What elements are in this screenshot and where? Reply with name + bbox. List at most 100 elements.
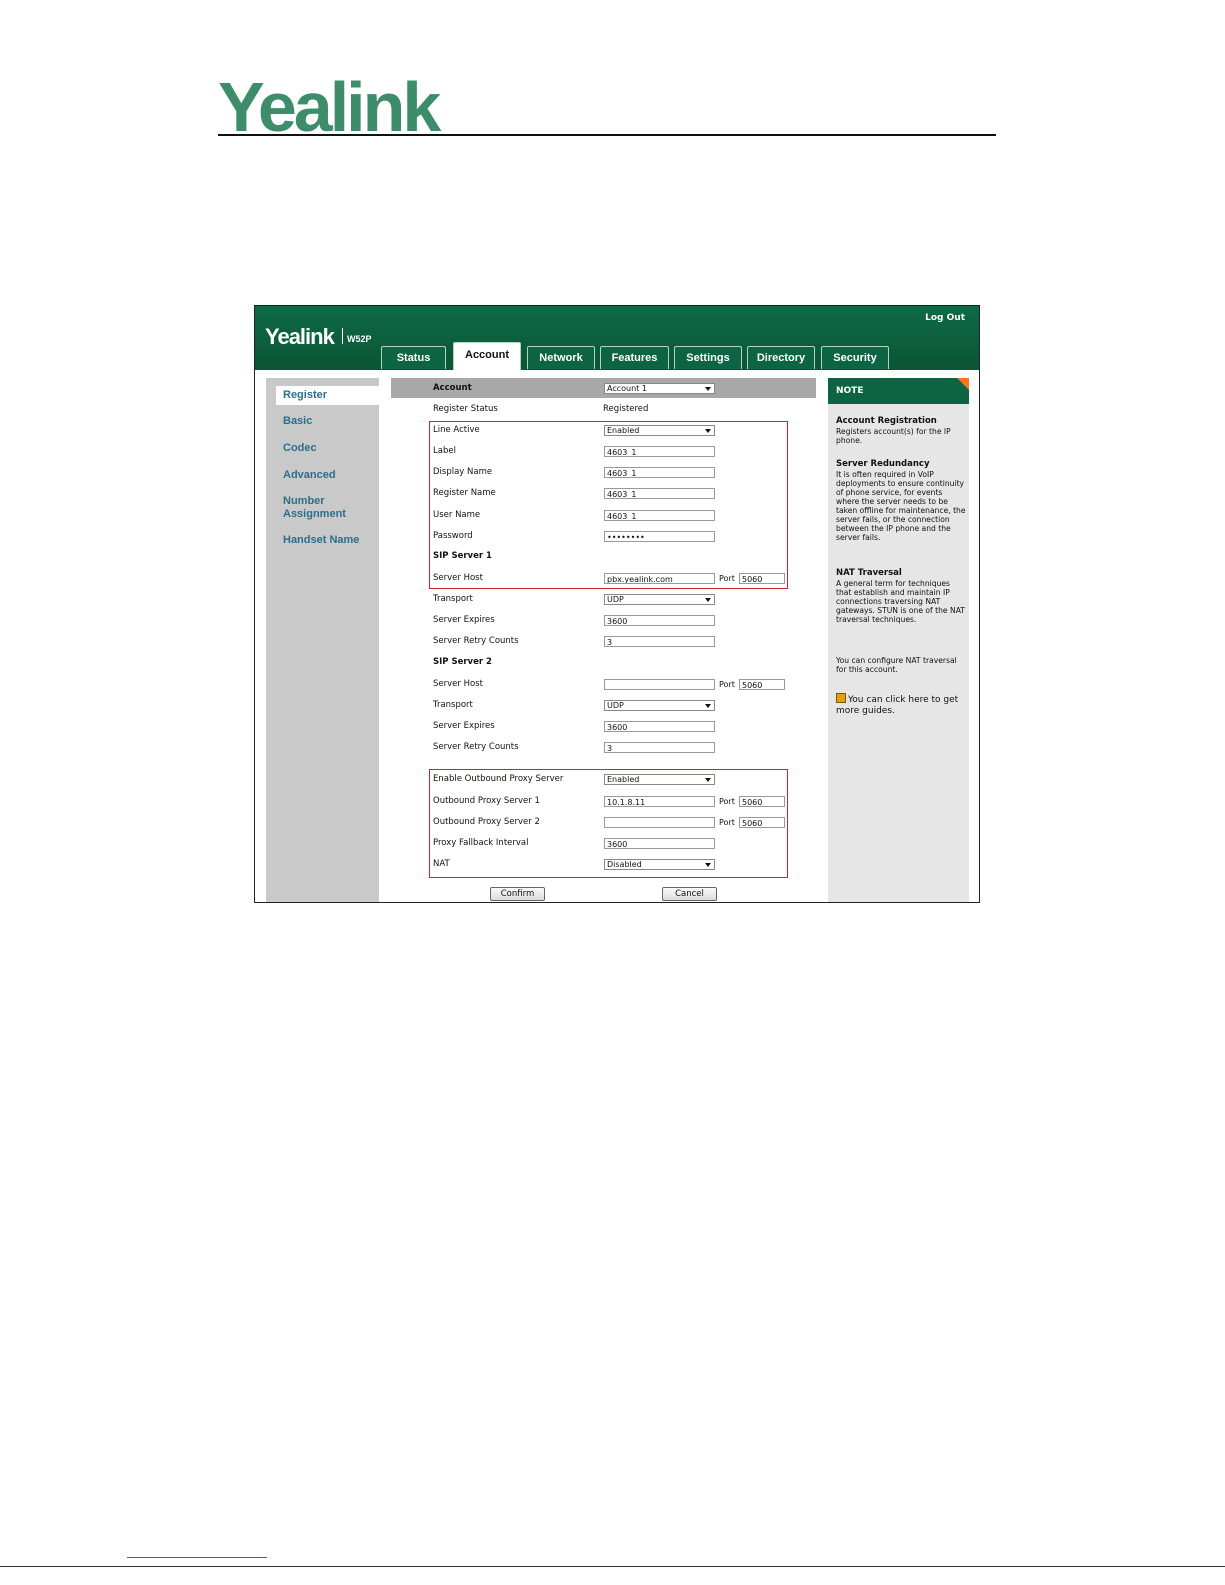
- note-corner-icon: [957, 378, 969, 390]
- sidebar-item-handset-name[interactable]: Handset Name: [283, 534, 359, 547]
- footer-link-underline: [127, 1557, 267, 1558]
- user-name-input[interactable]: 4603_1: [604, 510, 715, 521]
- confirm-button[interactable]: Confirm: [490, 887, 545, 901]
- register-status-label: Register Status: [433, 404, 498, 414]
- note-text-account-registration: Registers account(s) for the IP phone.: [836, 427, 951, 445]
- outbound1-port-label: Port: [719, 797, 735, 806]
- document-logo: Yealink: [218, 68, 441, 146]
- chevron-down-icon: [705, 387, 711, 391]
- sip1-transport-select[interactable]: UDP: [604, 594, 715, 605]
- sip1-server-host-input[interactable]: pbx.yealink.com: [604, 573, 715, 584]
- outbound1-input[interactable]: 10.1.8.11: [604, 796, 715, 807]
- web-ui-screenshot: Yealink W52P Log Out Status Account Netw…: [254, 305, 980, 903]
- sidebar-item-advanced[interactable]: Advanced: [283, 469, 336, 482]
- line-active-value: Enabled: [607, 426, 640, 435]
- chevron-down-icon: [705, 598, 711, 602]
- account-select-value: Account 1: [607, 384, 647, 393]
- outbound-enable-value: Enabled: [607, 775, 640, 784]
- chevron-down-icon: [705, 429, 711, 433]
- sip1-expires-input[interactable]: 3600: [604, 615, 715, 626]
- sidebar: Register Basic Codec Advanced Number Ass…: [266, 378, 379, 902]
- note-text-nat-configure: You can configure NAT traversal for this…: [836, 656, 957, 674]
- outbound2-label: Outbound Proxy Server 2: [433, 817, 540, 827]
- sip2-expires-input[interactable]: 3600: [604, 721, 715, 732]
- sip1-port-input[interactable]: 5060: [739, 573, 785, 584]
- note-heading: NOTE: [828, 378, 969, 404]
- header-rule: [218, 134, 996, 136]
- cancel-button[interactable]: Cancel: [662, 887, 717, 901]
- sip1-expires-label: Server Expires: [433, 615, 495, 625]
- sidebar-item-number-assignment[interactable]: Number Assignment: [283, 495, 353, 521]
- sip2-server-host-input[interactable]: [604, 679, 715, 690]
- line-active-select[interactable]: Enabled: [604, 425, 715, 436]
- note-title-nat-traversal: NAT Traversal: [836, 568, 902, 578]
- note-text-server-redundancy: It is often required in VoIP deployments…: [836, 470, 966, 542]
- tab-settings[interactable]: Settings: [674, 346, 742, 369]
- sidebar-item-basic[interactable]: Basic: [283, 415, 312, 428]
- sip2-retry-input[interactable]: 3: [604, 742, 715, 753]
- sip2-server-host-label: Server Host: [433, 679, 483, 689]
- sip2-transport-label: Transport: [433, 700, 473, 710]
- logout-link[interactable]: Log Out: [925, 313, 965, 323]
- label-input[interactable]: 4603_1: [604, 446, 715, 457]
- note-title-account-registration: Account Registration: [836, 416, 937, 426]
- brand-separator: [342, 328, 343, 344]
- sip1-retry-input[interactable]: 3: [604, 636, 715, 647]
- sidebar-item-register[interactable]: Register: [276, 386, 379, 405]
- chevron-down-icon: [705, 863, 711, 867]
- note-guide-text: You can click here to get more guides.: [836, 695, 959, 716]
- fallback-label: Proxy Fallback Interval: [433, 838, 529, 848]
- display-name-label: Display Name: [433, 467, 493, 477]
- sidebar-item-codec[interactable]: Codec: [283, 442, 317, 455]
- tab-network[interactable]: Network: [527, 346, 595, 369]
- sip2-retry-label: Server Retry Counts: [433, 742, 519, 752]
- nat-label: NAT: [433, 859, 450, 869]
- tab-status[interactable]: Status: [381, 346, 446, 369]
- footer-rule: [0, 1566, 1225, 1567]
- tab-features[interactable]: Features: [600, 346, 669, 369]
- sip2-transport-select[interactable]: UDP: [604, 700, 715, 711]
- top-header: Yealink W52P Log Out Status Account Netw…: [255, 306, 979, 370]
- register-status-value: Registered: [603, 404, 649, 414]
- chevron-down-icon: [705, 704, 711, 708]
- account-label: Account: [433, 383, 472, 393]
- note-guide-link[interactable]: You can click here to get more guides.: [836, 693, 966, 717]
- note-panel: NOTE Account Registration Registers acco…: [828, 378, 969, 902]
- note-text-nat-traversal: A general term for techniques that estab…: [836, 579, 965, 624]
- sip2-port-label: Port: [719, 680, 735, 689]
- sip-server-2-heading: SIP Server 2: [433, 657, 492, 667]
- register-name-input[interactable]: 4603_1: [604, 488, 715, 499]
- label-label: Label: [433, 446, 456, 456]
- line-active-label: Line Active: [433, 425, 480, 435]
- outbound1-label: Outbound Proxy Server 1: [433, 796, 540, 806]
- sip2-expires-label: Server Expires: [433, 721, 495, 731]
- sip2-transport-value: UDP: [607, 701, 624, 710]
- model-label: W52P: [347, 334, 372, 344]
- sip1-transport-value: UDP: [607, 595, 624, 604]
- brand-logo: Yealink: [265, 324, 335, 349]
- user-name-label: User Name: [433, 510, 481, 520]
- outbound2-input[interactable]: [604, 817, 715, 828]
- sip1-retry-label: Server Retry Counts: [433, 636, 519, 646]
- nat-value: Disabled: [607, 860, 642, 869]
- fallback-input[interactable]: 3600: [604, 838, 715, 849]
- outbound-enable-select[interactable]: Enabled: [604, 774, 715, 785]
- sip1-transport-label: Transport: [433, 594, 473, 604]
- tab-account[interactable]: Account: [453, 342, 521, 370]
- nat-select[interactable]: Disabled: [604, 859, 715, 870]
- outbound-enable-label: Enable Outbound Proxy Server: [433, 774, 564, 784]
- note-title-server-redundancy: Server Redundancy: [836, 459, 930, 469]
- password-input[interactable]: ••••••••: [604, 531, 715, 542]
- tab-directory[interactable]: Directory: [747, 346, 815, 369]
- display-name-input[interactable]: 4603_1: [604, 467, 715, 478]
- account-select[interactable]: Account 1: [604, 383, 715, 394]
- register-name-label: Register Name: [433, 488, 496, 498]
- guide-icon: [836, 693, 846, 703]
- password-label: Password: [433, 531, 473, 541]
- outbound2-port-input[interactable]: 5060: [739, 817, 785, 828]
- chevron-down-icon: [705, 778, 711, 782]
- tab-security[interactable]: Security: [821, 346, 889, 369]
- sip2-port-input[interactable]: 5060: [739, 679, 785, 690]
- sip1-port-label: Port: [719, 574, 735, 583]
- outbound1-port-input[interactable]: 5060: [739, 796, 785, 807]
